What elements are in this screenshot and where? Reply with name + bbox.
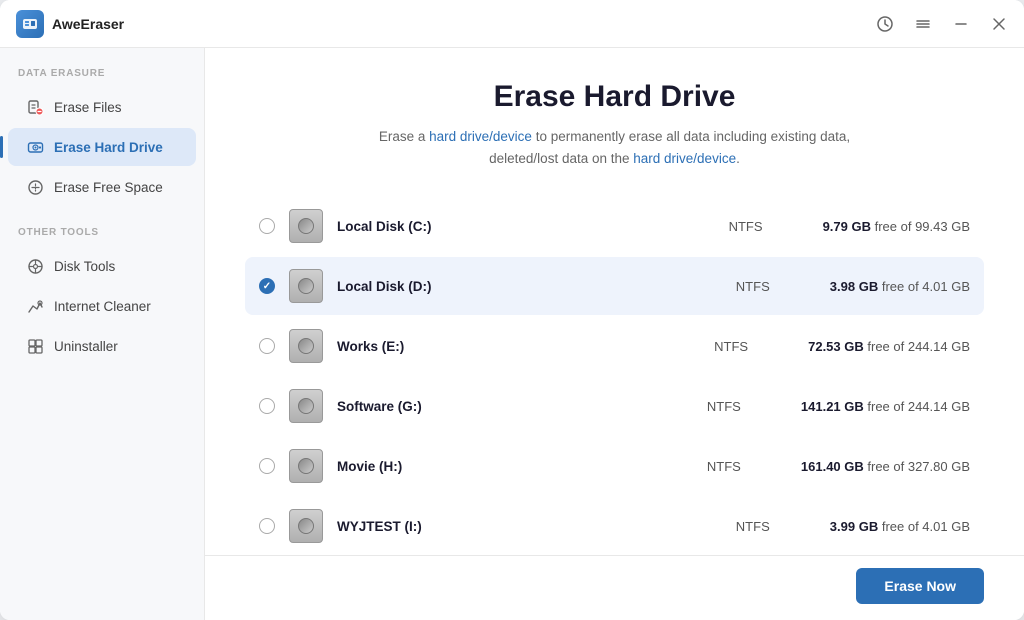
minimize-button[interactable]: [952, 15, 970, 33]
close-button[interactable]: [990, 15, 1008, 33]
drive-size-g: 141.21 GB free of 244.14 GB: [801, 399, 970, 414]
history-button[interactable]: [876, 15, 894, 33]
sidebar: DATA ERASURE Erase Files: [0, 48, 205, 620]
drive-row[interactable]: Movie (H:) NTFS 161.40 GB free of 327.80…: [245, 437, 984, 495]
menu-button[interactable]: [914, 15, 932, 33]
page-description: Erase a hard drive/device to permanently…: [245, 126, 984, 169]
erase-hard-drive-icon: [26, 138, 44, 156]
sidebar-item-erase-free-space-label: Erase Free Space: [54, 180, 163, 195]
page-title: Erase Hard Drive: [245, 80, 984, 114]
sidebar-item-erase-hard-drive[interactable]: Erase Hard Drive: [8, 128, 196, 166]
drive-name-g: Software (G:): [337, 399, 693, 414]
sidebar-item-erase-files[interactable]: Erase Files: [8, 88, 196, 126]
drive-row[interactable]: Works (E:) NTFS 72.53 GB free of 244.14 …: [245, 317, 984, 375]
sidebar-item-disk-tools[interactable]: Disk Tools: [8, 247, 196, 285]
sidebar-item-erase-free-space[interactable]: Erase Free Space: [8, 168, 196, 206]
drive-icon-h: [289, 449, 323, 483]
drive-size-h: 161.40 GB free of 327.80 GB: [801, 459, 970, 474]
drive-size-c: 9.79 GB free of 99.43 GB: [823, 219, 970, 234]
erase-now-button[interactable]: Erase Now: [856, 568, 984, 604]
uninstaller-icon: [26, 337, 44, 355]
drive-icon-g: [289, 389, 323, 423]
drive-radio-i[interactable]: [259, 518, 275, 534]
app-window: AweEraser: [0, 0, 1024, 620]
drive-name-c: Local Disk (C:): [337, 219, 715, 234]
body: DATA ERASURE Erase Files: [0, 48, 1024, 620]
titlebar: AweEraser: [0, 0, 1024, 48]
drive-name-d: Local Disk (D:): [337, 279, 722, 294]
drive-fs-e: NTFS: [714, 339, 794, 354]
drive-row[interactable]: Software (G:) NTFS 141.21 GB free of 244…: [245, 377, 984, 435]
drive-row[interactable]: WYJTEST (I:) NTFS 3.99 GB free of 4.01 G…: [245, 497, 984, 555]
drive-icon-e: [289, 329, 323, 363]
drive-size-d: 3.98 GB free of 4.01 GB: [830, 279, 970, 294]
drive-row-selected[interactable]: Local Disk (D:) NTFS 3.98 GB free of 4.0…: [245, 257, 984, 315]
sidebar-item-internet-cleaner-label: Internet Cleaner: [54, 299, 151, 314]
main-area: Erase Hard Drive Erase a hard drive/devi…: [205, 48, 1024, 620]
section-data-erasure-label: DATA ERASURE: [0, 68, 204, 87]
drive-radio-g[interactable]: [259, 398, 275, 414]
drive-icon-d: [289, 269, 323, 303]
drive-radio-d[interactable]: [259, 278, 275, 294]
sidebar-item-internet-cleaner[interactable]: Internet Cleaner: [8, 287, 196, 325]
footer: Erase Now: [205, 555, 1024, 620]
drive-fs-h: NTFS: [707, 459, 787, 474]
drive-fs-c: NTFS: [729, 219, 809, 234]
drive-fs-i: NTFS: [736, 519, 816, 534]
drive-name-i: WYJTEST (I:): [337, 519, 722, 534]
drive-size-i: 3.99 GB free of 4.01 GB: [830, 519, 970, 534]
drive-name-e: Works (E:): [337, 339, 700, 354]
drive-radio-c[interactable]: [259, 218, 275, 234]
drive-radio-e[interactable]: [259, 338, 275, 354]
sidebar-item-uninstaller[interactable]: Uninstaller: [8, 327, 196, 365]
drive-fs-g: NTFS: [707, 399, 787, 414]
sidebar-item-erase-files-label: Erase Files: [54, 100, 122, 115]
titlebar-controls: [876, 15, 1008, 33]
drive-icon-i: [289, 509, 323, 543]
drive-list: Local Disk (C:) NTFS 9.79 GB free of 99.…: [245, 197, 984, 555]
drive-row[interactable]: Local Disk (C:) NTFS 9.79 GB free of 99.…: [245, 197, 984, 255]
section-other-tools-label: OTHER TOOLS: [0, 227, 204, 246]
main-content: Erase Hard Drive Erase a hard drive/devi…: [205, 48, 1024, 555]
app-title: AweEraser: [52, 16, 124, 32]
drive-size-e: 72.53 GB free of 244.14 GB: [808, 339, 970, 354]
drive-fs-d: NTFS: [736, 279, 816, 294]
sidebar-item-disk-tools-label: Disk Tools: [54, 259, 115, 274]
titlebar-left: AweEraser: [16, 10, 124, 38]
sidebar-item-uninstaller-label: Uninstaller: [54, 339, 118, 354]
app-logo-icon: [16, 10, 44, 38]
disk-tools-icon: [26, 257, 44, 275]
erase-free-space-icon: [26, 178, 44, 196]
internet-cleaner-icon: [26, 297, 44, 315]
drive-radio-h[interactable]: [259, 458, 275, 474]
drive-name-h: Movie (H:): [337, 459, 693, 474]
erase-files-icon: [26, 98, 44, 116]
sidebar-item-erase-hard-drive-label: Erase Hard Drive: [54, 140, 163, 155]
drive-icon-c: [289, 209, 323, 243]
